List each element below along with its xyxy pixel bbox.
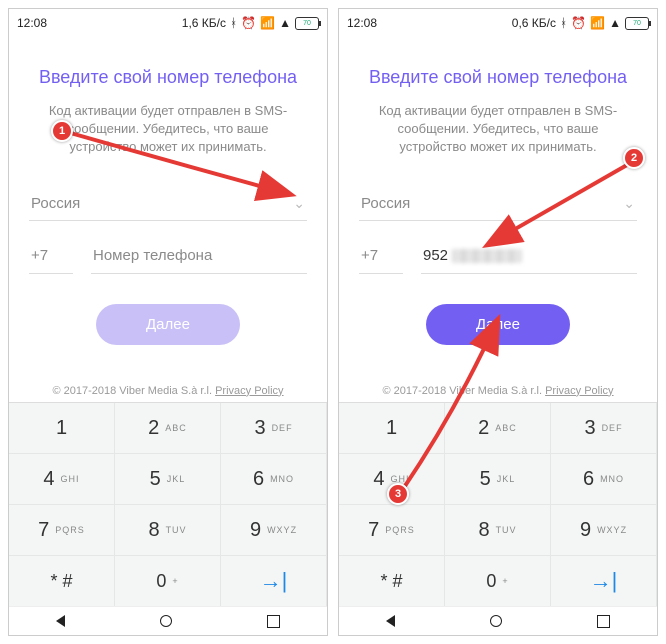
footer: © 2017-2018 Viber Media S.à r.l. Privacy… xyxy=(359,385,637,397)
chevron-down-icon: ⌄ xyxy=(623,195,635,212)
key-0[interactable]: 0+ xyxy=(115,556,221,607)
page-subtitle: Код активации будет отправлен в SMS-сооб… xyxy=(359,102,637,157)
key-3[interactable]: 3DEF xyxy=(221,403,327,454)
country-label: Россия xyxy=(361,195,410,212)
privacy-link[interactable]: Privacy Policy xyxy=(215,385,283,397)
phone-blurred xyxy=(452,249,522,263)
annotation-badge-1: 1 xyxy=(51,120,73,142)
key-0[interactable]: 0+ xyxy=(445,556,551,607)
clock: 12:08 xyxy=(347,16,377,30)
nav-recent-icon[interactable] xyxy=(267,615,280,628)
next-button[interactable]: Далее xyxy=(96,304,240,345)
page-title: Введите свой номер телефона xyxy=(29,67,307,88)
annotation-badge-2: 2 xyxy=(623,147,645,169)
key-2[interactable]: 2ABC xyxy=(445,403,551,454)
android-navbar xyxy=(339,606,657,635)
net-speed: 1,6 КБ/с xyxy=(182,16,226,30)
footer: © 2017-2018 Viber Media S.à r.l. Privacy… xyxy=(29,385,307,397)
nav-back-icon[interactable] xyxy=(56,615,65,627)
key-1[interactable]: 1 xyxy=(339,403,445,454)
nav-back-icon[interactable] xyxy=(386,615,395,627)
wifi-icon: ▲ xyxy=(609,16,621,30)
country-code-field[interactable]: +7 xyxy=(29,241,73,274)
nav-home-icon[interactable] xyxy=(490,615,502,627)
key-9[interactable]: 9WXYZ xyxy=(551,505,657,556)
battery-icon: 70 xyxy=(625,17,649,30)
enter-icon: →| xyxy=(260,568,288,594)
key-6[interactable]: 6MNO xyxy=(551,454,657,505)
key-[interactable]: * # xyxy=(339,556,445,607)
privacy-link[interactable]: Privacy Policy xyxy=(545,385,613,397)
bluetooth-icon: ᚼ xyxy=(560,16,567,30)
bluetooth-icon: ᚼ xyxy=(230,16,237,30)
numeric-keypad: 12ABC3DEF4GHI5JKL6MNO7PQRS8TUV9WXYZ* #0+… xyxy=(339,402,657,607)
net-speed: 0,6 КБ/с xyxy=(512,16,556,30)
country-selector[interactable]: Россия ⌄ xyxy=(359,187,637,221)
key-1[interactable]: 1 xyxy=(9,403,115,454)
android-navbar xyxy=(9,606,327,635)
screen-left: 12:08 1,6 КБ/с ᚼ ⏰ 📶 ▲ 70 Введите свой н… xyxy=(8,8,328,636)
key-4[interactable]: 4GHI xyxy=(9,454,115,505)
screen-right: 12:08 0,6 КБ/с ᚼ ⏰ 📶 ▲ 70 Введите свой н… xyxy=(338,8,658,636)
key-8[interactable]: 8TUV xyxy=(445,505,551,556)
key-9[interactable]: 9WXYZ xyxy=(221,505,327,556)
key-[interactable]: →| xyxy=(551,556,657,607)
country-code-field[interactable]: +7 xyxy=(359,241,403,274)
page-title: Введите свой номер телефона xyxy=(359,67,637,88)
key-8[interactable]: 8TUV xyxy=(115,505,221,556)
clock: 12:08 xyxy=(17,16,47,30)
annotation-badge-3: 3 xyxy=(387,483,409,505)
phone-placeholder: Номер телефона xyxy=(93,247,212,264)
alarm-icon: ⏰ xyxy=(241,16,256,30)
key-5[interactable]: 5JKL xyxy=(115,454,221,505)
key-6[interactable]: 6MNO xyxy=(221,454,327,505)
key-7[interactable]: 7PQRS xyxy=(339,505,445,556)
key-5[interactable]: 5JKL xyxy=(445,454,551,505)
alarm-icon: ⏰ xyxy=(571,16,586,30)
key-[interactable]: →| xyxy=(221,556,327,607)
chevron-down-icon: ⌄ xyxy=(293,195,305,212)
nav-recent-icon[interactable] xyxy=(597,615,610,628)
nav-home-icon[interactable] xyxy=(160,615,172,627)
key-7[interactable]: 7PQRS xyxy=(9,505,115,556)
key-2[interactable]: 2ABC xyxy=(115,403,221,454)
status-bar: 12:08 0,6 КБ/с ᚼ ⏰ 📶 ▲ 70 xyxy=(339,9,657,37)
key-3[interactable]: 3DEF xyxy=(551,403,657,454)
phone-input[interactable]: Номер телефона xyxy=(91,241,307,274)
signal-icon: 📶 xyxy=(590,16,605,30)
signal-icon: 📶 xyxy=(260,16,275,30)
phone-input[interactable]: 952 xyxy=(421,241,637,274)
phone-entered: 952 xyxy=(423,247,448,264)
enter-icon: →| xyxy=(590,568,618,594)
next-button[interactable]: Далее xyxy=(426,304,570,345)
numeric-keypad: 12ABC3DEF 4GHI5JKL6MNO 7PQRS8TUV9WXYZ * #0+… xyxy=(9,402,327,607)
battery-icon: 70 xyxy=(295,17,319,30)
status-bar: 12:08 1,6 КБ/с ᚼ ⏰ 📶 ▲ 70 xyxy=(9,9,327,37)
country-label: Россия xyxy=(31,195,80,212)
key-[interactable]: * # xyxy=(9,556,115,607)
country-selector[interactable]: Россия ⌄ xyxy=(29,187,307,221)
wifi-icon: ▲ xyxy=(279,16,291,30)
